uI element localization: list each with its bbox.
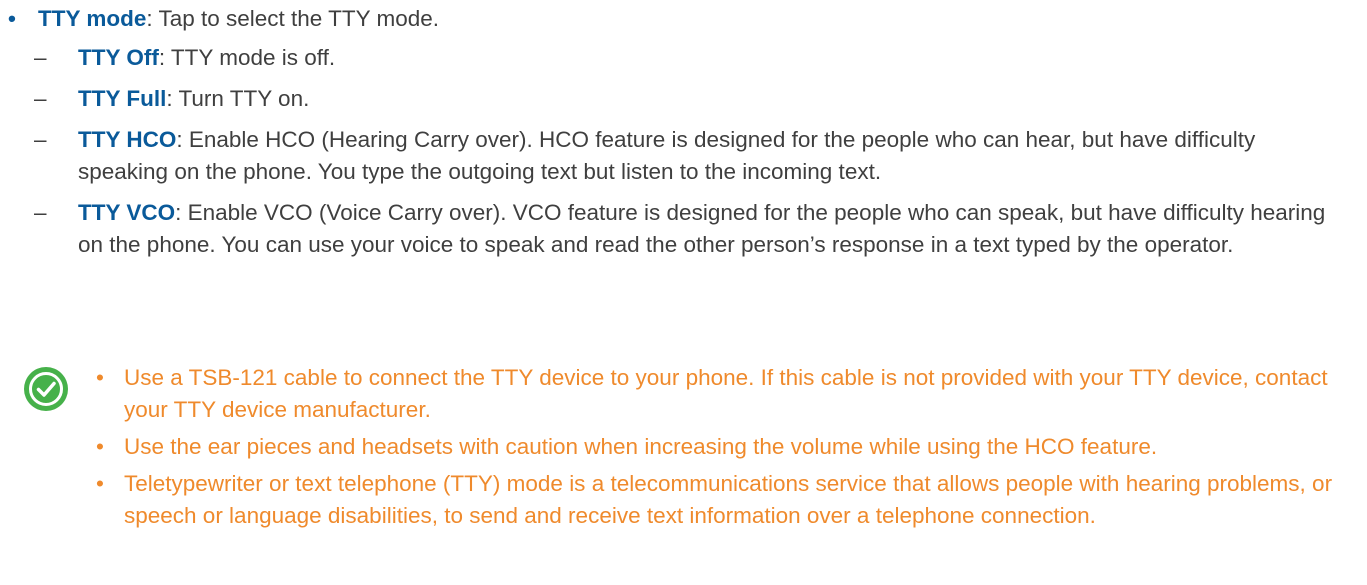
dash-marker: – [34,45,47,70]
note-item: • Use the ear pieces and headsets with c… [96,431,1346,463]
dash-marker: – [34,127,47,152]
checkmark-circle-icon [24,367,68,411]
tty-mode-item: • TTY mode: Tap to select the TTY mode. [8,3,1348,35]
note-bullet: • [96,365,104,390]
dash-marker: – [34,86,47,111]
document-page: • TTY mode: Tap to select the TTY mode. –… [0,0,1367,585]
tty-hco-item: – TTY HCO: Enable HCO (Hearing Carry ove… [34,124,1344,188]
tty-mode-term: TTY mode [38,6,147,31]
note-text: Use a TSB-121 cable to connect the TTY d… [124,365,1328,422]
tty-options-list: – TTY Off: TTY mode is off. – TTY Full: … [34,42,1344,261]
tty-full-term: TTY Full [78,86,167,111]
tty-hco-description: : Enable HCO (Hearing Carry over). HCO f… [78,127,1256,184]
note-list: • Use a TSB-121 cable to connect the TTY… [96,362,1346,537]
tty-mode-description: : Tap to select the TTY mode. [146,6,440,31]
dash-marker: – [34,200,47,225]
tty-off-description: : TTY mode is off. [158,45,336,70]
tty-vco-item: – TTY VCO: Enable VCO (Voice Carry over)… [34,197,1344,261]
tty-full-item: – TTY Full: Turn TTY on. [34,83,1344,115]
tty-off-term: TTY Off [78,45,159,70]
note-item: • Use a TSB-121 cable to connect the TTY… [96,362,1346,426]
note-text: Teletypewriter or text telephone (TTY) m… [124,471,1333,528]
note-bullet: • [96,434,104,459]
note-text: Use the ear pieces and headsets with cau… [124,434,1158,459]
tty-vco-description: : Enable VCO (Voice Carry over). VCO fea… [78,200,1326,257]
tty-full-description: : Turn TTY on. [166,86,310,111]
tty-vco-term: TTY VCO [78,200,176,225]
tty-hco-term: TTY HCO [78,127,177,152]
note-item: • Teletypewriter or text telephone (TTY)… [96,468,1346,532]
bullet-marker: • [8,6,16,31]
note-bullet: • [96,471,104,496]
tty-off-item: – TTY Off: TTY mode is off. [34,42,1344,74]
